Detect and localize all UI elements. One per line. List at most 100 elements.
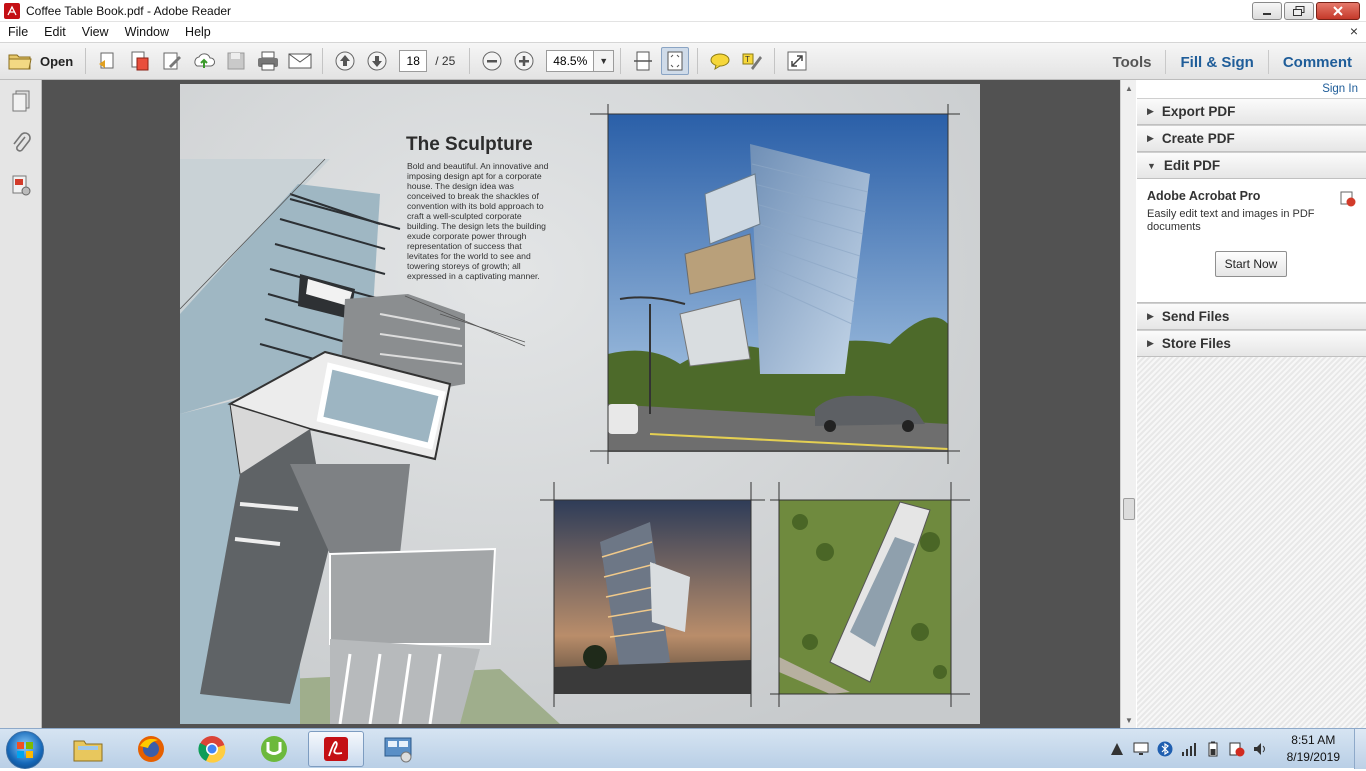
edit-pdf-button[interactable] [158,47,186,75]
upload-button[interactable] [190,47,218,75]
create-pdf-button[interactable] [94,47,122,75]
menu-view[interactable]: View [74,25,117,39]
create-pdf-panel[interactable]: ▶ Create PDF [1137,125,1366,152]
comment-pane-link[interactable]: Comment [1269,54,1366,71]
next-page-button[interactable] [363,47,391,75]
page-thumbnails-button[interactable] [8,88,34,114]
separator [85,48,87,74]
page-heading: The Sculpture [406,134,533,155]
tools-pane: Sign In ▶ Export PDF ▶ Create PDF ▼ Edit… [1137,80,1366,728]
menu-file[interactable]: File [0,25,36,39]
separator [697,48,699,74]
sign-in-link[interactable]: Sign In [1137,80,1366,98]
firefox-icon [138,736,164,762]
cloud-upload-icon [194,53,216,68]
edit-pdf-content: Adobe Acrobat Pro Easily edit text and i… [1137,179,1366,303]
bluetooth-icon[interactable] [1157,741,1173,757]
action-center-icon[interactable] [1109,741,1125,757]
start-now-button[interactable]: Start Now [1215,251,1287,277]
start-button[interactable] [6,731,44,769]
save-button[interactable] [222,47,250,75]
taskbar: 8:51 AM 8/19/2019 [0,728,1366,769]
chevron-down-icon: ▼ [599,56,609,66]
fill-sign-pane-link[interactable]: Fill & Sign [1166,54,1267,71]
page-number-input[interactable] [399,50,428,72]
volume-icon[interactable] [1253,741,1269,757]
send-files-panel[interactable]: ▶ Send Files [1137,303,1366,330]
separator [620,48,622,74]
zoom-out-button[interactable] [478,47,506,75]
zoom-dropdown-button[interactable]: ▼ [594,50,615,72]
combine-files-icon [131,51,149,71]
taskbar-file-explorer[interactable] [60,731,116,767]
vertical-scrollbar[interactable]: ▲ ▼ [1120,80,1136,728]
scroll-up-icon[interactable]: ▲ [1121,80,1137,96]
previous-page-button[interactable] [331,47,359,75]
plus-circle-icon [514,51,534,71]
taskbar-control-panel[interactable] [370,731,426,767]
pdf-page: The Sculpture Bold and beautiful. An inn… [180,84,980,724]
security-settings-button[interactable] [8,172,34,198]
highlight-text-button[interactable]: T [738,47,766,75]
full-screen-button[interactable] [783,47,811,75]
window-title: Coffee Table Book.pdf - Adobe Reader [26,3,232,18]
menu-bar: File Edit View Window Help × [0,22,1366,42]
building-photo-dusk [540,482,765,707]
minus-circle-icon [482,51,502,71]
minimize-button[interactable] [1252,2,1282,20]
document-lock-icon [12,175,30,196]
display-icon[interactable] [1133,741,1149,757]
highlighter-icon: T [742,53,763,70]
maximize-button[interactable] [1284,2,1314,20]
fit-width-button[interactable] [629,47,657,75]
tools-pane-link[interactable]: Tools [1099,54,1166,71]
battery-icon[interactable] [1205,741,1221,757]
clock-date: 8/19/2019 [1286,750,1340,764]
expand-triangle-icon: ▶ [1147,106,1154,116]
paperclip-icon [12,132,31,152]
clock-time: 8:51 AM [1291,733,1336,747]
arrow-down-icon [367,51,387,71]
printer-icon [258,51,279,71]
separator [322,48,324,74]
edit-pdf-panel[interactable]: ▼ Edit PDF [1137,152,1366,179]
attachments-button[interactable] [8,130,34,156]
taskbar-utorrent[interactable] [246,731,302,767]
combine-files-button[interactable] [126,47,154,75]
menu-edit[interactable]: Edit [36,25,74,39]
fit-page-button[interactable] [661,47,690,75]
scroll-down-icon[interactable]: ▼ [1121,712,1137,728]
close-button[interactable] [1316,2,1360,20]
clock[interactable]: 8:51 AM 8/19/2019 [1287,732,1340,766]
menu-window[interactable]: Window [117,25,177,39]
create-pdf-icon [99,52,114,69]
show-desktop-button[interactable] [1354,729,1366,769]
taskbar-adobe-reader[interactable] [308,731,364,767]
wifi-signal-icon[interactable] [1181,741,1197,757]
panel-label: Export PDF [1161,104,1236,119]
building-photo-aerial [770,482,970,707]
taskbar-firefox[interactable] [123,731,179,767]
expand-triangle-icon: ▶ [1147,338,1154,348]
email-button[interactable] [286,47,314,75]
store-files-panel[interactable]: ▶ Store Files [1137,330,1366,357]
panel-label: Create PDF [1161,131,1235,146]
menu-help[interactable]: Help [177,25,219,39]
print-button[interactable] [254,47,282,75]
fit-page-icon [667,51,683,71]
export-pdf-panel[interactable]: ▶ Export PDF [1137,98,1366,125]
security-alert-icon[interactable] [1229,741,1245,757]
acrobat-help-icon[interactable] [1340,191,1356,207]
building-photo-day [590,104,960,464]
scroll-thumb[interactable] [1123,498,1135,520]
separator [774,48,776,74]
svg-text:T: T [745,55,750,64]
open-button[interactable]: Open [0,47,79,75]
zoom-in-button[interactable] [510,47,538,75]
zoom-level-input[interactable] [546,50,595,72]
close-document-icon[interactable]: × [1350,23,1358,39]
edit-pencil-icon [163,52,182,70]
taskbar-chrome[interactable] [184,731,240,767]
document-viewport[interactable]: The Sculpture Bold and beautiful. An inn… [42,80,1120,728]
sticky-note-button[interactable] [706,47,734,75]
